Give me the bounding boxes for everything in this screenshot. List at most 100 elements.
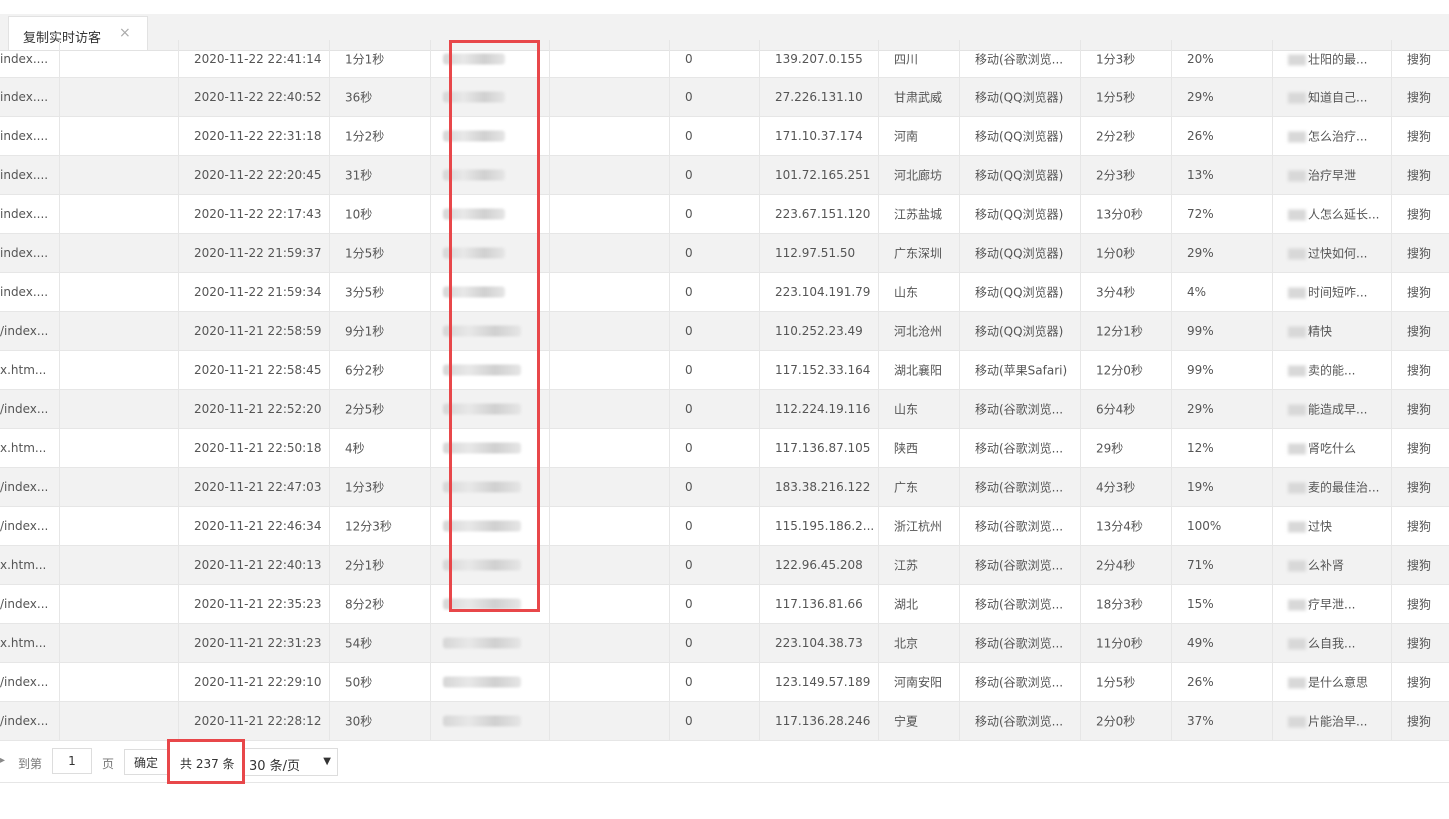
visit-time-cell-text: 2020-11-21 22:58:59 bbox=[194, 324, 322, 338]
client-cell: 移动(苹果Safari) bbox=[960, 351, 1081, 389]
empty-cell bbox=[550, 663, 670, 701]
client-cell-text: 移动(QQ浏览器) bbox=[975, 285, 1064, 300]
next-arrow-icon[interactable]: ▸ bbox=[0, 755, 5, 766]
table-row[interactable]: /index... 2020-11-21 22:58:59 9分1秒 0 110.252… bbox=[0, 312, 1449, 351]
close-icon[interactable]: × bbox=[119, 25, 131, 41]
duration-cell-text: 30秒 bbox=[345, 714, 373, 729]
page-cell-text: /index... bbox=[0, 519, 49, 533]
blurred-prefix bbox=[1288, 365, 1306, 377]
region-cell: 北京 bbox=[879, 624, 960, 662]
client-cell: 移动(谷歌浏览... bbox=[960, 390, 1081, 428]
ip-cell: 123.149.57.189 bbox=[760, 663, 879, 701]
blurred-prefix bbox=[1288, 404, 1306, 416]
empty-cell bbox=[60, 40, 179, 77]
table-row[interactable]: /index... 2020-11-21 22:28:12 30秒 0 117.136.… bbox=[0, 702, 1449, 741]
duration-cell: 4秒 bbox=[330, 429, 431, 467]
page-cell-text: /index... bbox=[0, 597, 49, 611]
region-cell-text: 陕西 bbox=[894, 441, 919, 456]
page-cell-text: index.... bbox=[0, 168, 49, 182]
table-row[interactable]: /index... 2020-11-21 22:46:34 12分3秒 0 115.19… bbox=[0, 507, 1449, 546]
engine-cell: 搜狗 bbox=[1392, 468, 1449, 506]
empty-cell bbox=[550, 156, 670, 194]
blurred-cell bbox=[431, 507, 550, 545]
ip-cell-text: 117.152.33.164 bbox=[775, 363, 871, 377]
region-cell: 广东 bbox=[879, 468, 960, 506]
blurred-prefix bbox=[1288, 716, 1306, 728]
keyword-cell-text: 知道自己... bbox=[1288, 89, 1367, 106]
page-cell: /index... bbox=[0, 390, 60, 428]
count-cell: 0 bbox=[670, 117, 760, 155]
rate-cell-text: 29% bbox=[1187, 402, 1214, 416]
page-number-input[interactable] bbox=[52, 748, 92, 774]
keyword-cell-text: 卖的能... bbox=[1288, 362, 1355, 379]
ip-cell: 117.136.81.66 bbox=[760, 585, 879, 623]
page-cell-text: index.... bbox=[0, 129, 49, 143]
table-row[interactable]: /index... 2020-11-21 22:29:10 50秒 0 123.149.… bbox=[0, 663, 1449, 702]
table-row[interactable]: x.htm... 2020-11-21 22:58:45 6分2秒 0 117.152.… bbox=[0, 351, 1449, 390]
table-row[interactable]: index.... 2020-11-22 22:17:43 10秒 0 223.67.1… bbox=[0, 195, 1449, 234]
stay-time-cell-text: 1分0秒 bbox=[1096, 246, 1136, 261]
visit-time-cell: 2020-11-22 22:41:14 bbox=[179, 40, 330, 77]
visit-time-cell-text: 2020-11-22 22:20:45 bbox=[194, 168, 322, 182]
region-cell: 湖北 bbox=[879, 585, 960, 623]
rate-cell: 26% bbox=[1172, 117, 1273, 155]
table-row[interactable]: index.... 2020-11-22 22:41:14 1分1秒 0 139.207… bbox=[0, 40, 1449, 78]
blurred-value bbox=[443, 286, 505, 298]
engine-cell: 搜狗 bbox=[1392, 156, 1449, 194]
visit-time-cell: 2020-11-22 22:20:45 bbox=[179, 156, 330, 194]
confirm-button[interactable]: 确定 bbox=[124, 749, 168, 775]
rate-cell-text: 71% bbox=[1187, 558, 1214, 572]
keyword-text: 么补肾 bbox=[1308, 558, 1345, 573]
rate-cell: 99% bbox=[1172, 312, 1273, 350]
stay-time-cell: 18分3秒 bbox=[1081, 585, 1172, 623]
table-row[interactable]: index.... 2020-11-22 22:31:18 1分2秒 0 171.10.… bbox=[0, 117, 1449, 156]
ip-cell-text: 183.38.216.122 bbox=[775, 480, 871, 494]
region-cell-text: 河北廊坊 bbox=[894, 168, 943, 183]
client-cell: 移动(谷歌浏览... bbox=[960, 624, 1081, 662]
engine-cell: 搜狗 bbox=[1392, 390, 1449, 428]
blurred-prefix bbox=[1288, 638, 1306, 650]
page-size-select[interactable]: 30 条/页 ▼ bbox=[244, 748, 338, 776]
keyword-cell: 人怎么延长... bbox=[1273, 195, 1392, 233]
visit-time-cell-text: 2020-11-22 22:17:43 bbox=[194, 207, 322, 221]
blurred-value bbox=[443, 169, 505, 181]
table-row[interactable]: x.htm... 2020-11-21 22:31:23 54秒 0 223.104.3… bbox=[0, 624, 1449, 663]
stay-time-cell-text: 12分0秒 bbox=[1096, 363, 1143, 378]
engine-cell: 搜狗 bbox=[1392, 234, 1449, 272]
engine-cell: 搜狗 bbox=[1392, 702, 1449, 740]
rate-cell: 37% bbox=[1172, 702, 1273, 740]
table-row[interactable]: /index... 2020-11-21 22:52:20 2分5秒 0 112.224… bbox=[0, 390, 1449, 429]
engine-cell-text: 搜狗 bbox=[1407, 129, 1432, 144]
table-row[interactable]: /index... 2020-11-21 22:35:23 8分2秒 0 117.136… bbox=[0, 585, 1449, 624]
table-row[interactable]: index.... 2020-11-22 22:40:52 36秒 0 27.226.1… bbox=[0, 78, 1449, 117]
region-cell: 河南 bbox=[879, 117, 960, 155]
visit-time-cell-text: 2020-11-22 22:40:52 bbox=[194, 90, 322, 104]
count-cell: 0 bbox=[670, 312, 760, 350]
region-cell-text: 湖北 bbox=[894, 597, 919, 612]
engine-cell-text: 搜狗 bbox=[1407, 558, 1432, 573]
table-row[interactable]: index.... 2020-11-22 22:20:45 31秒 0 101.72.1… bbox=[0, 156, 1449, 195]
ip-cell: 117.136.87.105 bbox=[760, 429, 879, 467]
visit-time-cell: 2020-11-22 22:31:18 bbox=[179, 117, 330, 155]
visit-time-cell: 2020-11-21 22:58:45 bbox=[179, 351, 330, 389]
region-cell-text: 甘肃武威 bbox=[894, 90, 943, 105]
stay-time-cell-text: 11分0秒 bbox=[1096, 636, 1143, 651]
count-cell-text: 0 bbox=[685, 51, 693, 66]
empty-cell bbox=[60, 78, 179, 116]
table-row[interactable]: index.... 2020-11-22 21:59:34 3分5秒 0 223.104… bbox=[0, 273, 1449, 312]
table-row[interactable]: x.htm... 2020-11-21 22:50:18 4秒 0 117.136.87… bbox=[0, 429, 1449, 468]
count-cell-text: 0 bbox=[685, 246, 693, 260]
client-cell-text: 移动(QQ浏览器) bbox=[975, 90, 1064, 105]
empty-cell bbox=[550, 312, 670, 350]
table-row[interactable]: index.... 2020-11-22 21:59:37 1分5秒 0 112.97.… bbox=[0, 234, 1449, 273]
ip-cell-text: 27.226.131.10 bbox=[775, 90, 863, 104]
visit-time-cell-text: 2020-11-21 22:47:03 bbox=[194, 480, 322, 494]
table-row[interactable]: /index... 2020-11-21 22:47:03 1分3秒 0 183.38.… bbox=[0, 468, 1449, 507]
rate-cell-text: 29% bbox=[1187, 90, 1214, 104]
table-row[interactable]: x.htm... 2020-11-21 22:40:13 2分1秒 0 122.96.4… bbox=[0, 546, 1449, 585]
top-strip bbox=[0, 0, 1449, 15]
blurred-value bbox=[443, 715, 521, 727]
region-cell: 江苏盐城 bbox=[879, 195, 960, 233]
duration-cell-text: 1分1秒 bbox=[345, 52, 385, 66]
region-cell-text: 广东 bbox=[894, 480, 919, 495]
